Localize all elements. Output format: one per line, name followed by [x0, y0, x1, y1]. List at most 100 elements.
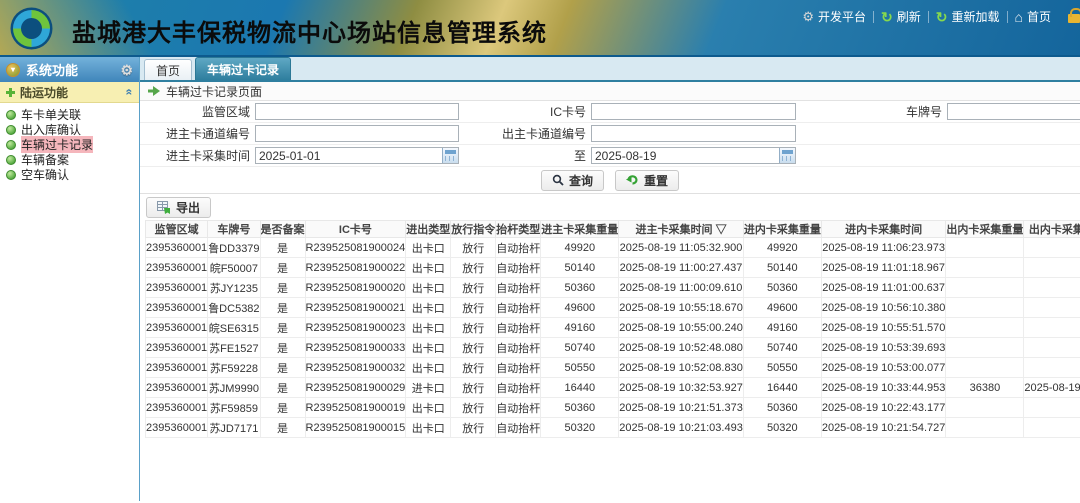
menu-bullet-icon [6, 125, 16, 135]
cell: 2395360001 [146, 258, 208, 278]
panel-header: 车辆过卡记录页面 [140, 82, 1080, 101]
section-collapse-icon[interactable]: « [123, 89, 137, 96]
cell: 出卡口 [406, 258, 451, 278]
cell [946, 298, 1024, 318]
cell: 2025-08-19 11:00:09.610 [619, 278, 744, 298]
cell: 出卡口 [406, 318, 451, 338]
link-dev-platform[interactable]: ⚙ 开发平台 [795, 8, 873, 25]
cell: 苏F59228 [208, 358, 260, 378]
cell: R239525081900032 [305, 358, 406, 378]
table-header-row: 监管区域车牌号是否备案IC卡号进出类型放行指令抬杆类型进主卡采集重量进主卡采集时… [146, 221, 1080, 238]
cell: 49160 [743, 318, 821, 338]
in-channel-input[interactable] [255, 125, 459, 142]
column-header[interactable]: 进内卡采集时间 [821, 221, 946, 238]
sidebar-item[interactable]: 车辆过卡记录 [0, 137, 139, 152]
column-header[interactable]: 抬杆类型 [496, 221, 541, 238]
column-header[interactable]: 车牌号 [208, 221, 260, 238]
column-header[interactable]: 进主卡采集时间 ▽ [619, 221, 744, 238]
cell: 鲁DD3379 [208, 238, 260, 258]
table-row[interactable]: 2395360001皖SE6315是R239525081900023出卡口放行自… [146, 318, 1080, 338]
logout-lock-icon[interactable] [1068, 14, 1080, 23]
cell [1024, 338, 1080, 358]
cell: 2395360001 [146, 418, 208, 438]
sidebar-section-landtransport[interactable]: 陆运功能 « [0, 82, 139, 103]
column-header[interactable]: 放行指令 [451, 221, 496, 238]
plate-label: 车牌号 [796, 103, 947, 120]
calendar-icon[interactable] [779, 148, 795, 163]
cell [946, 358, 1024, 378]
cell: 放行 [451, 278, 496, 298]
cell: R239525081900022 [305, 258, 406, 278]
table-row[interactable]: 2395360001皖F50007是R239525081900022出卡口放行自… [146, 258, 1080, 278]
cell: 自动抬杆 [496, 418, 541, 438]
table-row[interactable]: 2395360001鲁DC5382是R239525081900021出卡口放行自… [146, 298, 1080, 318]
cell: 2395360001 [146, 298, 208, 318]
section-leaf-icon [6, 88, 15, 97]
cell: 2025-08-19 10:52:08.830 [619, 358, 744, 378]
ic-card-input[interactable] [591, 103, 796, 120]
sidebar: ▾ 系统功能 ⚙ 陆运功能 « 车卡单关联出入库确认车辆过卡记录车辆备案空车确认 [0, 57, 140, 501]
cell: 2025-08-19 11:02 [1024, 378, 1080, 398]
sidebar-collapse-icon[interactable]: ▾ [6, 63, 20, 77]
column-header[interactable]: 进内卡采集重量 [743, 221, 821, 238]
table-row[interactable]: 2395360001苏JD7171是R239525081900015出卡口放行自… [146, 418, 1080, 438]
export-button[interactable]: 导出 [146, 197, 211, 218]
time-from-input[interactable] [255, 147, 459, 164]
cell: 2395360001 [146, 318, 208, 338]
cell: 49920 [743, 238, 821, 258]
table-row[interactable]: 2395360001苏F59228是R239525081900032出卡口放行自… [146, 358, 1080, 378]
sidebar-item[interactable]: 车辆备案 [0, 152, 139, 167]
platform-gear-icon: ⚙ [802, 10, 814, 23]
cell: 2025-08-19 10:56:10.380 [821, 298, 946, 318]
cell: 49600 [743, 298, 821, 318]
form-row-2: 进主卡通道编号 出主卡通道编号 [140, 123, 1080, 145]
records-table: 监管区域车牌号是否备案IC卡号进出类型放行指令抬杆类型进主卡采集重量进主卡采集时… [145, 220, 1080, 438]
cell: R239525081900023 [305, 318, 406, 338]
out-channel-input[interactable] [591, 125, 796, 142]
table-row[interactable]: 2395360001苏JM9990是R239525081900029进卡口放行自… [146, 378, 1080, 398]
column-header[interactable]: 进出类型 [406, 221, 451, 238]
column-header[interactable]: 监管区域 [146, 221, 208, 238]
sidebar-gear-icon[interactable]: ⚙ [120, 63, 133, 77]
calendar-icon[interactable] [442, 148, 458, 163]
column-header[interactable]: IC卡号 [305, 221, 406, 238]
cell: 2025-08-19 11:06:23.973 [821, 238, 946, 258]
home-icon: ⌂ [1015, 10, 1023, 24]
cell: 自动抬杆 [496, 398, 541, 418]
tab-vehicle-pass-records[interactable]: 车辆过卡记录 [195, 57, 291, 80]
sidebar-item[interactable]: 出入库确认 [0, 122, 139, 137]
cell: 自动抬杆 [496, 258, 541, 278]
plate-input[interactable] [947, 103, 1080, 120]
cell: 2025-08-19 10:21:54.727 [821, 418, 946, 438]
column-header[interactable]: 出内卡采集重量 [946, 221, 1024, 238]
region-input[interactable] [255, 103, 459, 120]
table-row[interactable]: 2395360001苏F59859是R239525081900019出卡口放行自… [146, 398, 1080, 418]
link-refresh[interactable]: ↻ 刷新 [874, 8, 928, 25]
cell: 出卡口 [406, 398, 451, 418]
cell: 出卡口 [406, 278, 451, 298]
reset-button[interactable]: 重置 [615, 170, 679, 191]
table-row[interactable]: 2395360001鲁DD3379是R239525081900024出卡口放行自… [146, 238, 1080, 258]
column-header[interactable]: 出内卡采集时间 [1024, 221, 1080, 238]
sidebar-item[interactable]: 车卡单关联 [0, 107, 139, 122]
tab-home[interactable]: 首页 [144, 59, 192, 80]
table-row[interactable]: 2395360001苏FE1527是R239525081900033出卡口放行自… [146, 338, 1080, 358]
link-reload[interactable]: ↻ 重新加载 [929, 8, 1007, 25]
link-home[interactable]: ⌂ 首页 [1008, 8, 1058, 25]
table-row[interactable]: 2395360001苏JY1235是R239525081900020出卡口放行自… [146, 278, 1080, 298]
cell: 2025-08-19 10:32:53.927 [619, 378, 744, 398]
query-button[interactable]: 查询 [541, 170, 604, 191]
tab-strip: 首页 车辆过卡记录 [140, 57, 1080, 82]
cell: 是 [260, 258, 305, 278]
column-header[interactable]: 是否备案 [260, 221, 305, 238]
refresh-icon: ↻ [881, 10, 893, 24]
form-row-3: 进主卡采集时间 至 [140, 145, 1080, 167]
column-header[interactable]: 进主卡采集重量 [541, 221, 619, 238]
cell: 鲁DC5382 [208, 298, 260, 318]
time-to-input[interactable] [591, 147, 796, 164]
cell: 49600 [541, 298, 619, 318]
sidebar-item[interactable]: 空车确认 [0, 167, 139, 182]
cell [946, 338, 1024, 358]
cell: 出卡口 [406, 358, 451, 378]
section-label: 陆运功能 [20, 84, 126, 101]
